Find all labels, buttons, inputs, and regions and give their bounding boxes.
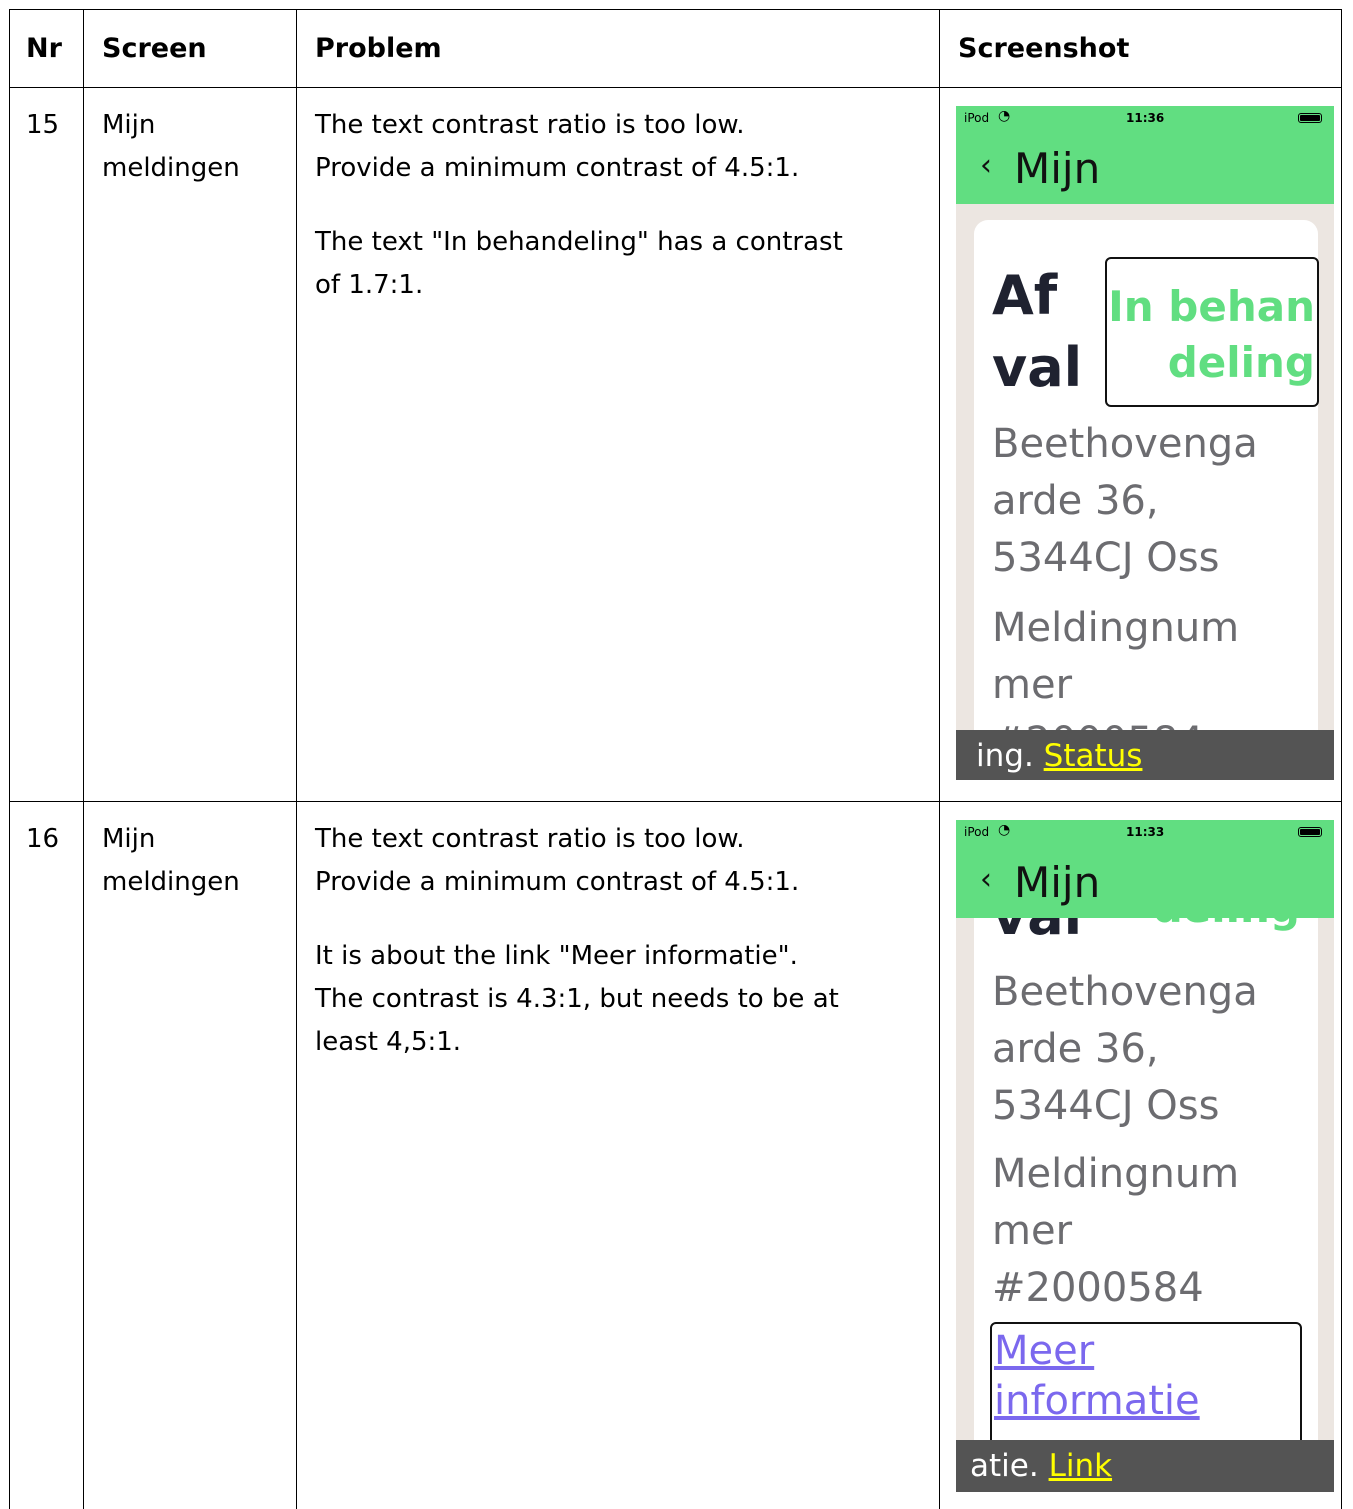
caption-role: Link <box>1048 1448 1113 1484</box>
nav-header: iPod ◔ 11:33 ‹ Mijn <box>956 820 1334 918</box>
row-problem: The text contrast ratio is too low. Prov… <box>296 87 940 802</box>
caption-role: Status <box>1043 738 1143 774</box>
row-screen: Mijn meldingen <box>83 801 297 1509</box>
header-problem: Problem <box>296 9 940 88</box>
table-row: 16 Mijn meldingen The text contrast rati… <box>9 801 1342 1509</box>
caption-hint: ing. <box>976 738 1034 774</box>
report-table: Nr Screen Problem Screenshot 15 Mijn mel… <box>9 9 1342 1509</box>
device-label: iPod <box>964 825 990 839</box>
meer-informatie-link[interactable]: Meer informatie <box>994 1326 1200 1426</box>
battery-icon <box>1298 113 1322 123</box>
row-screenshot: iPod ◔ 11:36 ‹ Mijn Af val In behan deli… <box>939 87 1342 802</box>
status-time: 11:33 <box>1126 825 1165 839</box>
category-title: Af val <box>992 264 1083 399</box>
problem-detail: The text "In behandeling" has a contrast… <box>315 227 843 300</box>
row-nr: 16 <box>9 801 84 1509</box>
nav-title: Mijn <box>1014 858 1101 907</box>
row-screen: Mijn meldingen <box>83 87 297 802</box>
problem-summary: The text contrast ratio is too low. Prov… <box>315 824 800 897</box>
melding-number: Meldingnum mer #2000584 <box>992 1151 1240 1311</box>
status-bar: iPod ◔ 11:33 <box>964 822 1326 840</box>
header-screenshot: Screenshot <box>939 9 1342 88</box>
battery-icon <box>1298 827 1322 837</box>
row-nr: 15 <box>9 87 84 802</box>
address: Beethovenga arde 36, 5344CJ Oss <box>992 969 1258 1129</box>
nav-title: Mijn <box>1014 144 1101 193</box>
chevron-left-icon[interactable]: ‹ <box>980 860 992 900</box>
address: Beethovenga arde 36, 5344CJ Oss <box>992 421 1258 581</box>
header-row: Nr Screen Problem Screenshot <box>9 9 1342 88</box>
row-screenshot: val deling Beethovenga arde 36, 5344CJ O… <box>939 801 1342 1509</box>
table-row: 15 Mijn meldingen The text contrast rati… <box>9 87 1342 802</box>
wifi-icon: ◔ <box>998 822 1011 838</box>
screen-name: Mijn meldingen <box>102 824 240 897</box>
phone-screenshot: val deling Beethovenga arde 36, 5344CJ O… <box>956 820 1334 1492</box>
nav-header: iPod ◔ 11:36 ‹ Mijn <box>956 106 1334 204</box>
status-time: 11:36 <box>1126 111 1165 125</box>
voiceover-caption: ing. Status <box>956 730 1334 780</box>
status-bar: iPod ◔ 11:36 <box>964 108 1326 126</box>
device-label: iPod <box>964 111 990 125</box>
voiceover-caption: atie. Link <box>956 1440 1334 1492</box>
caption-hint: atie. <box>970 1448 1039 1484</box>
wifi-icon: ◔ <box>998 108 1011 124</box>
status-label: In behan deling <box>1108 282 1315 387</box>
melding-card[interactable]: Af val In behan deling Beethovenga arde … <box>974 220 1319 780</box>
row-problem: The text contrast ratio is too low. Prov… <box>296 801 940 1509</box>
header-nr: Nr <box>9 9 84 88</box>
screen-name: Mijn meldingen <box>102 110 240 183</box>
phone-screenshot: iPod ◔ 11:36 ‹ Mijn Af val In behan deli… <box>956 106 1334 780</box>
problem-summary: The text contrast ratio is too low. Prov… <box>315 110 800 183</box>
header-screen: Screen <box>83 9 297 88</box>
chevron-left-icon[interactable]: ‹ <box>980 146 992 186</box>
melding-card[interactable]: val deling Beethovenga arde 36, 5344CJ O… <box>974 880 1318 1492</box>
status-focus-box: In behan deling <box>1105 257 1319 407</box>
problem-detail: It is about the link "Meer informatie". … <box>315 941 839 1057</box>
